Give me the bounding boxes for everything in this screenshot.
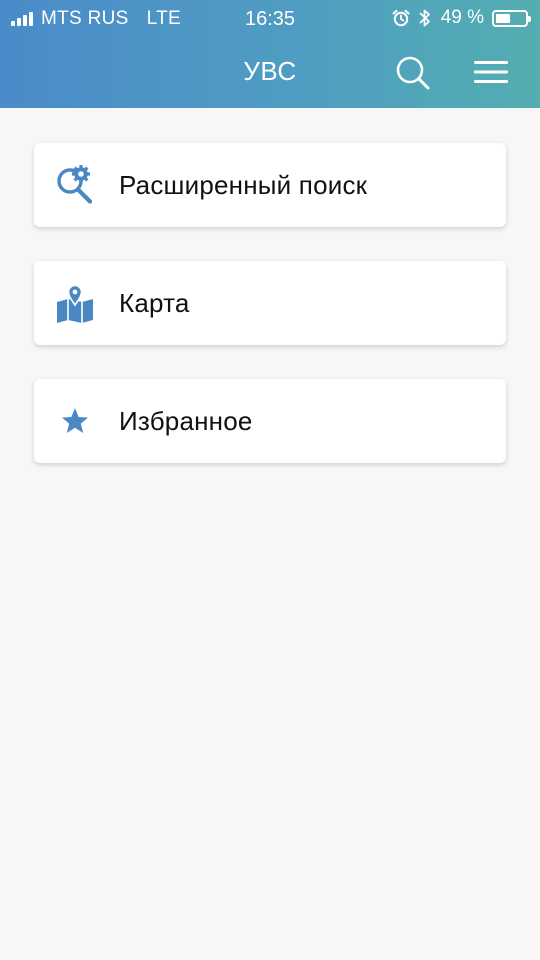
menu-item-map[interactable]: Карта xyxy=(34,261,506,345)
menu-item-favorites[interactable]: Избранное xyxy=(34,379,506,463)
menu-item-label: Карта xyxy=(119,287,190,318)
menu-item-label: Избранное xyxy=(119,405,253,436)
menu-item-label: Расширенный поиск xyxy=(119,169,368,200)
alarm-icon xyxy=(392,9,410,27)
battery-icon xyxy=(492,9,531,27)
bluetooth-icon xyxy=(419,8,431,28)
menu-item-advanced-search[interactable]: Расширенный поиск xyxy=(34,143,506,227)
app-header: MTS RUS LTE 16:35 49 % УВС xyxy=(0,0,540,108)
status-bar: MTS RUS LTE 16:35 49 % xyxy=(0,0,540,38)
page-title: УВС xyxy=(243,56,297,86)
search-button[interactable] xyxy=(390,52,434,92)
map-icon xyxy=(54,282,96,324)
status-bar-right: 49 % xyxy=(392,7,531,29)
battery-level-fill xyxy=(496,13,510,23)
search-icon xyxy=(390,56,434,96)
hamburger-menu-icon xyxy=(470,61,514,96)
advanced-search-icon xyxy=(54,164,96,206)
star-icon xyxy=(54,400,96,442)
menu-button[interactable] xyxy=(470,52,514,92)
battery-percent: 49 % xyxy=(440,7,484,28)
